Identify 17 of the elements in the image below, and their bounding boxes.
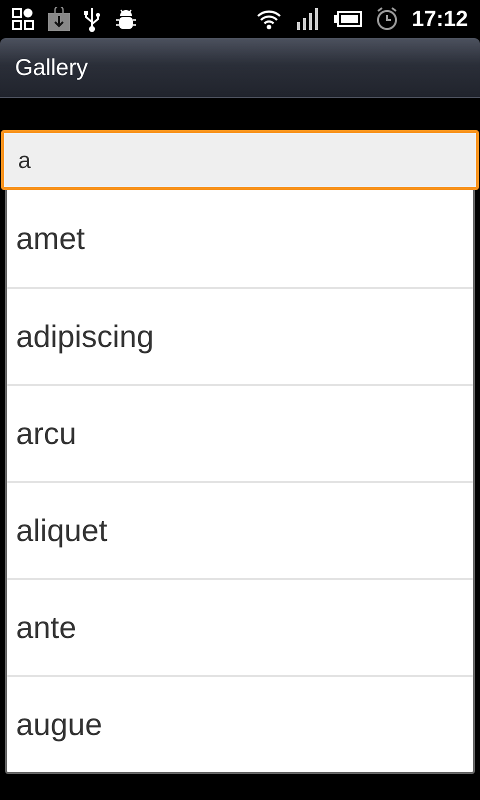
suggestion-item[interactable]: adipiscing [7, 287, 473, 384]
apps-icon [12, 8, 34, 30]
suggestion-item[interactable]: ante [7, 578, 473, 675]
usb-icon [84, 6, 100, 32]
app-title: Gallery [15, 54, 88, 81]
search-field[interactable]: a [1, 130, 479, 190]
bug-icon [114, 7, 138, 31]
suggestion-item[interactable]: arcu [7, 384, 473, 481]
suggestion-item[interactable]: amet [7, 190, 473, 287]
battery-icon [334, 11, 362, 27]
wifi-icon [256, 8, 282, 30]
download-icon [48, 7, 70, 31]
status-time: 17:12 [412, 6, 468, 32]
signal-icon [296, 8, 320, 30]
alarm-clock-icon [376, 7, 398, 31]
suggestion-item[interactable]: augue [7, 675, 473, 772]
suggestion-item[interactable]: aliquet [7, 481, 473, 578]
